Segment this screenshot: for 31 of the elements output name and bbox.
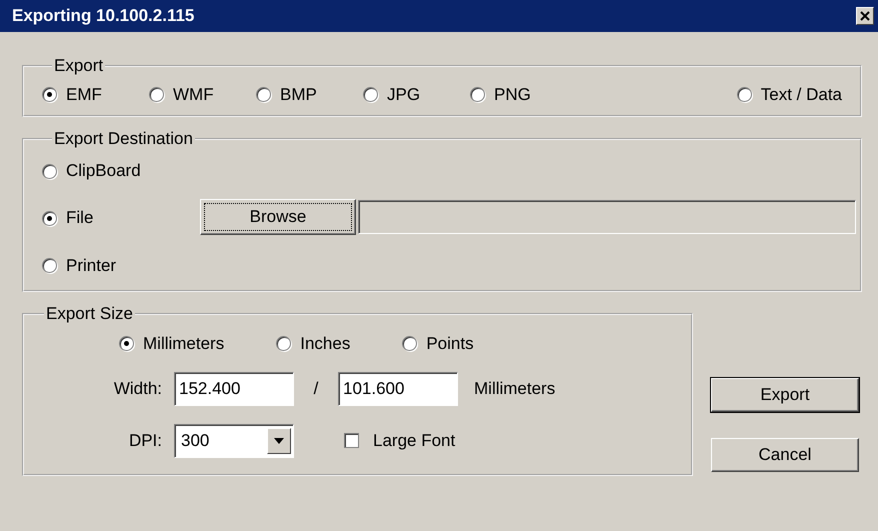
dialog-button[interactable]: Cancel	[711, 438, 859, 472]
separator-text: /	[312, 378, 320, 398]
file-path-field[interactable]	[358, 200, 856, 234]
format-radio[interactable]: Text / Data	[736, 84, 842, 104]
browse-button[interactable]: Browse	[200, 199, 356, 235]
format-radio[interactable]: BMP	[256, 84, 317, 104]
group-label: Export Size	[45, 304, 134, 324]
unit-radio[interactable]: Millimeters	[119, 334, 224, 354]
format-radio[interactable]: EMF	[42, 84, 102, 104]
destination-radio[interactable]: File	[42, 208, 94, 228]
large-font-checkbox[interactable]: Large Font	[338, 430, 681, 450]
format-radio[interactable]: PNG	[470, 84, 531, 104]
destination-radio[interactable]: Printer	[42, 256, 116, 276]
format-radio[interactable]: WMF	[149, 84, 214, 104]
dialog-button[interactable]: Export	[711, 378, 859, 412]
close-button[interactable]	[856, 7, 874, 25]
destination-radio[interactable]: ClipBoard	[42, 161, 141, 181]
window-title: Exporting 10.100.2.115	[12, 6, 194, 26]
unit-label: Millimeters	[473, 378, 556, 398]
dropdown-arrow-icon	[274, 438, 284, 444]
group-label: Export Destination	[53, 128, 194, 148]
height-field[interactable]: 101.600	[338, 372, 458, 406]
unit-radio[interactable]: Points	[402, 334, 474, 354]
format-radio[interactable]: JPG	[363, 84, 420, 104]
group-label: Export	[53, 56, 104, 76]
dpi-dropdown[interactable]: 300	[174, 424, 294, 458]
width-field[interactable]: 152.400	[174, 372, 294, 406]
width-label: Width:	[112, 378, 163, 398]
close-icon	[860, 11, 870, 21]
unit-radio[interactable]: Inches	[276, 334, 350, 354]
dpi-label: DPI:	[128, 430, 163, 450]
